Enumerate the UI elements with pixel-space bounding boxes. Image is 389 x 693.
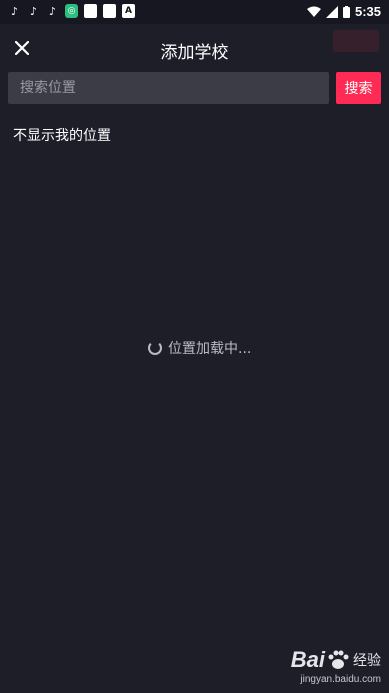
tiktok-icon: ♪ bbox=[10, 4, 19, 18]
search-input[interactable] bbox=[8, 72, 329, 104]
battery-icon bbox=[342, 5, 350, 18]
page-title: 添加学校 bbox=[160, 43, 229, 63]
spinner-icon bbox=[148, 341, 162, 355]
paw-icon bbox=[328, 650, 349, 669]
hide-location-option[interactable]: 不显示我的位置 bbox=[13, 125, 111, 145]
notification-icons: ♪ ♪ ♪ ◎ A bbox=[8, 4, 135, 18]
tiktok-icon: ♪ bbox=[29, 4, 38, 18]
watermark-url: jingyan.baidu.com bbox=[300, 674, 381, 685]
loading-text: 位置加载中... bbox=[168, 341, 252, 357]
loading-indicator: 位置加载中... bbox=[148, 338, 251, 358]
header: 添加学校 bbox=[0, 24, 389, 72]
search-button[interactable]: 搜索 bbox=[336, 72, 381, 104]
app-icon: ◎ bbox=[65, 4, 78, 18]
watermark-brand: Bai bbox=[290, 647, 325, 672]
signal-icon bbox=[325, 5, 338, 18]
square-icon bbox=[103, 4, 116, 18]
watermark-suffix: 经验 bbox=[353, 653, 381, 669]
tiktok-icon: ♪ bbox=[48, 4, 57, 18]
a-icon: A bbox=[122, 4, 135, 18]
baidu-watermark: Bai 经验 jingyan.baidu.com bbox=[291, 647, 381, 685]
wifi-icon bbox=[306, 6, 321, 17]
square-icon bbox=[84, 4, 97, 18]
background-button bbox=[333, 30, 379, 52]
status-bar: ♪ ♪ ♪ ◎ A 5:35 bbox=[0, 0, 389, 24]
system-status: 5:35 bbox=[306, 4, 381, 19]
clock: 5:35 bbox=[354, 4, 381, 19]
